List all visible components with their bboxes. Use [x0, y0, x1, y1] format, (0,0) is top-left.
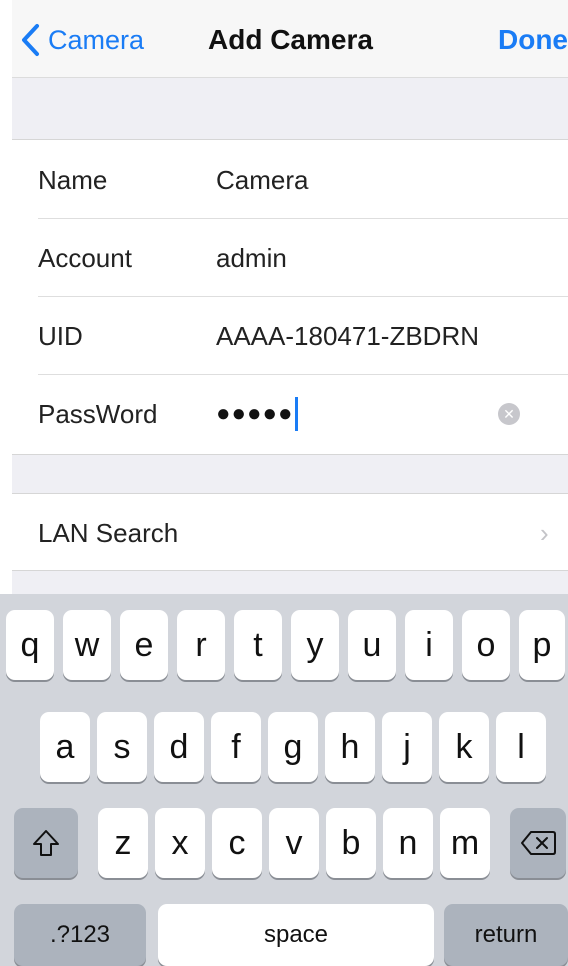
uid-label: UID — [38, 321, 83, 351]
navigation-bar: Camera Add Camera Done — [12, 0, 568, 78]
name-label: Name — [38, 165, 108, 195]
key-p[interactable]: p — [519, 610, 565, 680]
lan-search-row[interactable]: LAN Search › — [12, 494, 568, 570]
shift-icon — [33, 830, 59, 856]
page-title: Add Camera — [208, 24, 373, 55]
key-n[interactable]: n — [383, 808, 433, 878]
key-s[interactable]: s — [97, 712, 147, 782]
password-row: PassWord ●●●●● ✕ — [12, 375, 568, 453]
key-a[interactable]: a — [40, 712, 90, 782]
return-key[interactable]: return — [444, 904, 568, 966]
key-v[interactable]: v — [269, 808, 319, 878]
section-spacer — [12, 78, 568, 140]
key-y[interactable]: y — [291, 610, 339, 680]
password-label: PassWord — [38, 399, 158, 429]
shift-key[interactable] — [14, 808, 78, 878]
key-d[interactable]: d — [154, 712, 204, 782]
key-m[interactable]: m — [440, 808, 490, 878]
key-q[interactable]: q — [6, 610, 54, 680]
key-z[interactable]: z — [98, 808, 148, 878]
chevron-right-icon: › — [540, 518, 549, 548]
name-row: Name Camera — [12, 141, 568, 219]
section-spacer — [12, 454, 568, 494]
done-button[interactable]: Done — [498, 24, 568, 56]
key-o[interactable]: o — [462, 610, 510, 680]
back-button[interactable]: Camera — [20, 20, 144, 60]
on-screen-keyboard: q w e r t y u i o p a s d f g h j k l z … — [0, 594, 568, 966]
account-field[interactable]: admin — [216, 243, 287, 274]
key-k[interactable]: k — [439, 712, 489, 782]
chevron-left-icon — [22, 24, 39, 56]
key-i[interactable]: i — [405, 610, 453, 680]
key-c[interactable]: c — [212, 808, 262, 878]
backspace-icon — [521, 831, 556, 855]
key-r[interactable]: r — [177, 610, 225, 680]
name-field[interactable]: Camera — [216, 165, 308, 196]
account-row: Account admin — [12, 219, 568, 297]
key-j[interactable]: j — [382, 712, 432, 782]
back-button-label: Camera — [48, 24, 145, 55]
numbers-key[interactable]: .?123 — [14, 904, 146, 966]
key-l[interactable]: l — [496, 712, 546, 782]
uid-row: UID AAAA-180471-ZBDRN — [12, 297, 568, 375]
password-masked-value: ●●●●● — [216, 400, 294, 427]
password-field[interactable]: ●●●●● — [216, 397, 299, 431]
key-h[interactable]: h — [325, 712, 375, 782]
key-f[interactable]: f — [211, 712, 261, 782]
key-e[interactable]: e — [120, 610, 168, 680]
key-b[interactable]: b — [326, 808, 376, 878]
lan-search-label: LAN Search — [38, 518, 179, 548]
uid-field[interactable]: AAAA-180471-ZBDRN — [216, 321, 479, 352]
key-x[interactable]: x — [155, 808, 205, 878]
key-t[interactable]: t — [234, 610, 282, 680]
key-g[interactable]: g — [268, 712, 318, 782]
section-spacer — [12, 570, 568, 594]
text-cursor — [295, 397, 299, 431]
key-w[interactable]: w — [63, 610, 111, 680]
key-u[interactable]: u — [348, 610, 396, 680]
account-label: Account — [38, 243, 132, 273]
delete-key[interactable] — [510, 808, 566, 878]
camera-form: Name Camera Account admin UID AAAA-18047… — [12, 141, 568, 453]
space-key[interactable]: space — [158, 904, 434, 966]
clear-text-icon[interactable]: ✕ — [498, 403, 520, 425]
